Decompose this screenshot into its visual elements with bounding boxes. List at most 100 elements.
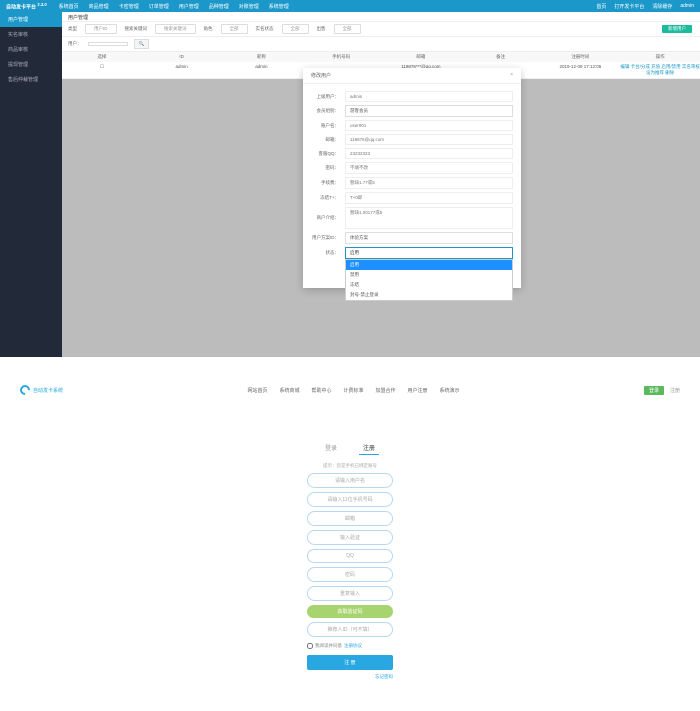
register-link[interactable]: 注册	[670, 387, 680, 394]
sidebar-item-withdraw[interactable]: 提现管理	[0, 57, 62, 72]
col: 注册时间	[541, 54, 621, 60]
qq-input[interactable]: QQ	[307, 549, 393, 563]
sidebar-item-realname[interactable]: 实名审核	[0, 27, 62, 42]
agree-text: 我阅读并同意	[315, 643, 342, 649]
admin-topbar: 自动发卡平台 2.3.0 系统首页 商品管理 卡密管理 订单管理 用户管理 品种…	[0, 0, 700, 12]
qq-field[interactable]: 23232323	[345, 148, 513, 159]
filter-label: 搜索关键词	[125, 26, 148, 32]
freeze-field[interactable]: T+0即	[345, 192, 513, 204]
nav-item[interactable]: 系统首页	[59, 3, 79, 10]
realname-select[interactable]: 全部	[282, 24, 309, 34]
logo[interactable]: 自动发卡系统	[20, 385, 63, 395]
status-option[interactable]: 禁用	[346, 270, 512, 280]
modal-body: 上级用户：admin 会员组别：游客会员 账户名：user001 邮箱：1198…	[303, 84, 521, 266]
status-selected[interactable]: 启用	[345, 247, 513, 259]
group-select[interactable]: 游客会员	[345, 105, 513, 117]
nav-item[interactable]: 对账管理	[239, 3, 259, 10]
status-options: 启用 禁用 冻结 封号-禁止登录	[345, 259, 513, 301]
home-link[interactable]: 首页	[596, 3, 606, 10]
status-option[interactable]: 封号-禁止登录	[346, 290, 512, 300]
logo-icon	[18, 383, 32, 397]
agree-checkbox[interactable]	[307, 643, 313, 649]
brand: 自动发卡平台 2.3.0	[6, 2, 47, 11]
agreement-link[interactable]: 注册协议	[344, 643, 362, 649]
nav-item[interactable]: 商品管理	[89, 3, 109, 10]
cell-time: 2019-12-08 17:12:06	[541, 64, 621, 76]
col: 昵称	[222, 54, 302, 60]
filter-label: 类型	[68, 26, 77, 32]
nav-link[interactable]: 系统演示	[440, 387, 460, 394]
fee-field[interactable]: 暂缺1.77或5	[345, 177, 513, 189]
email-field[interactable]: 119876@qq.com	[345, 134, 513, 145]
nav-link[interactable]: 网站首页	[247, 387, 267, 394]
filter-label: 出售	[317, 26, 326, 32]
cell-check[interactable]: ☐	[62, 64, 142, 76]
keyword-input[interactable]: 搜索关键词	[155, 24, 196, 34]
phone-input[interactable]: 请输入11位手机号码	[307, 492, 393, 507]
label: 冻结T+：	[311, 195, 339, 201]
nav-link[interactable]: 系统商城	[279, 387, 299, 394]
col: 邮箱	[381, 54, 461, 60]
nav-link[interactable]: 计费标准	[343, 387, 363, 394]
nav-item[interactable]: 用户管理	[179, 3, 199, 10]
main-area: 用户管理 类型 用户ID 搜索关键词 搜索关键词 角色 全部 实名状态 全部 出…	[62, 12, 700, 357]
sidebar-item-users[interactable]: 用户管理	[0, 12, 62, 27]
logo-text: 自动发卡系统	[33, 387, 63, 394]
tab-login[interactable]: 登录	[321, 441, 341, 455]
public-nav-links: 网站首页 系统商城 帮助中心 计费标准 加盟合作 用户注册 系统演示	[247, 387, 459, 394]
col: ID	[142, 54, 222, 60]
referrer-input[interactable]: 推荐人ID（可不填）	[307, 622, 393, 637]
sidebar-item-arbitration[interactable]: 售后仲裁管理	[0, 72, 62, 87]
modal-header: 修改用户 ×	[303, 68, 521, 84]
type-select[interactable]: 用户ID	[85, 24, 117, 34]
send-code-button[interactable]: 获取验证码	[307, 605, 393, 618]
parent-user-field[interactable]: admin	[345, 91, 513, 102]
top-nav: 系统首页 商品管理 卡密管理 订单管理 用户管理 品种管理 对账管理 系统管理	[59, 3, 289, 10]
plan-select[interactable]: 体验方案	[345, 232, 513, 244]
filter-bar-2: 用户： 🔍	[62, 37, 700, 52]
email-input[interactable]: 邮箱	[307, 511, 393, 526]
forgot-password-link[interactable]: 忘记密码	[307, 674, 393, 680]
password-field[interactable]: 不填不改	[345, 162, 513, 174]
nav-link[interactable]: 帮助中心	[311, 387, 331, 394]
role-select[interactable]: 全部	[221, 24, 248, 34]
sell-select[interactable]: 全部	[334, 24, 361, 34]
account-field[interactable]: user001	[345, 120, 513, 131]
label: 会员组别：	[311, 108, 339, 114]
about-field[interactable]: 暂缺1.00177或5	[345, 207, 513, 229]
captcha-input[interactable]: 输入验证	[307, 530, 393, 545]
confirm-input[interactable]: 重复输入	[307, 586, 393, 601]
auth-card: 登录 注册 提示：您是手机已绑定账号 请输入用户名 请输入11位手机号码 邮箱 …	[307, 435, 393, 686]
tab-register[interactable]: 注册	[359, 441, 379, 455]
user-label: 用户：	[68, 41, 82, 47]
nav-item[interactable]: 系统管理	[269, 3, 289, 10]
nav-link[interactable]: 加盟合作	[376, 387, 396, 394]
sidebar: 用户管理 实名审核 商品审核 提现管理 售后仲裁管理	[0, 12, 62, 357]
nav-item[interactable]: 卡密管理	[119, 3, 139, 10]
modal-title: 修改用户	[311, 72, 331, 79]
status-option[interactable]: 启用	[346, 260, 512, 270]
sidebar-item-goods[interactable]: 商品审核	[0, 42, 62, 57]
status-option[interactable]: 冻结	[346, 280, 512, 290]
register-button[interactable]: 注 册	[307, 655, 393, 670]
nav-link[interactable]: 用户注册	[408, 387, 428, 394]
label: 状态：	[311, 250, 339, 256]
login-button[interactable]: 登录	[644, 386, 664, 395]
username-input[interactable]: 请输入用户名	[307, 473, 393, 488]
cell-ops[interactable]: 编辑 卡台/分成 充值 启用/禁用 实名审核 设为推荐 删除	[620, 64, 700, 76]
label: 商户介绍：	[311, 215, 339, 221]
status-select[interactable]: 启用 启用 禁用 冻结 封号-禁止登录	[345, 247, 513, 259]
cell-id: admin	[142, 64, 222, 76]
clear-cache-link[interactable]: 清除缓存	[652, 3, 672, 10]
user-link[interactable]: admin	[680, 3, 694, 10]
add-user-button[interactable]: 新增用户	[662, 25, 692, 33]
nav-item[interactable]: 品种管理	[209, 3, 229, 10]
nav-item[interactable]: 订单管理	[149, 3, 169, 10]
user-input[interactable]	[88, 42, 128, 46]
search-button[interactable]: 🔍	[134, 39, 150, 49]
password-input[interactable]: 密码	[307, 567, 393, 582]
close-icon[interactable]: ×	[510, 72, 513, 79]
auth-links: 登录 注册	[644, 386, 680, 395]
page-title: 用户管理	[62, 12, 700, 22]
open-site-link[interactable]: 打开发卡平台	[614, 3, 644, 10]
